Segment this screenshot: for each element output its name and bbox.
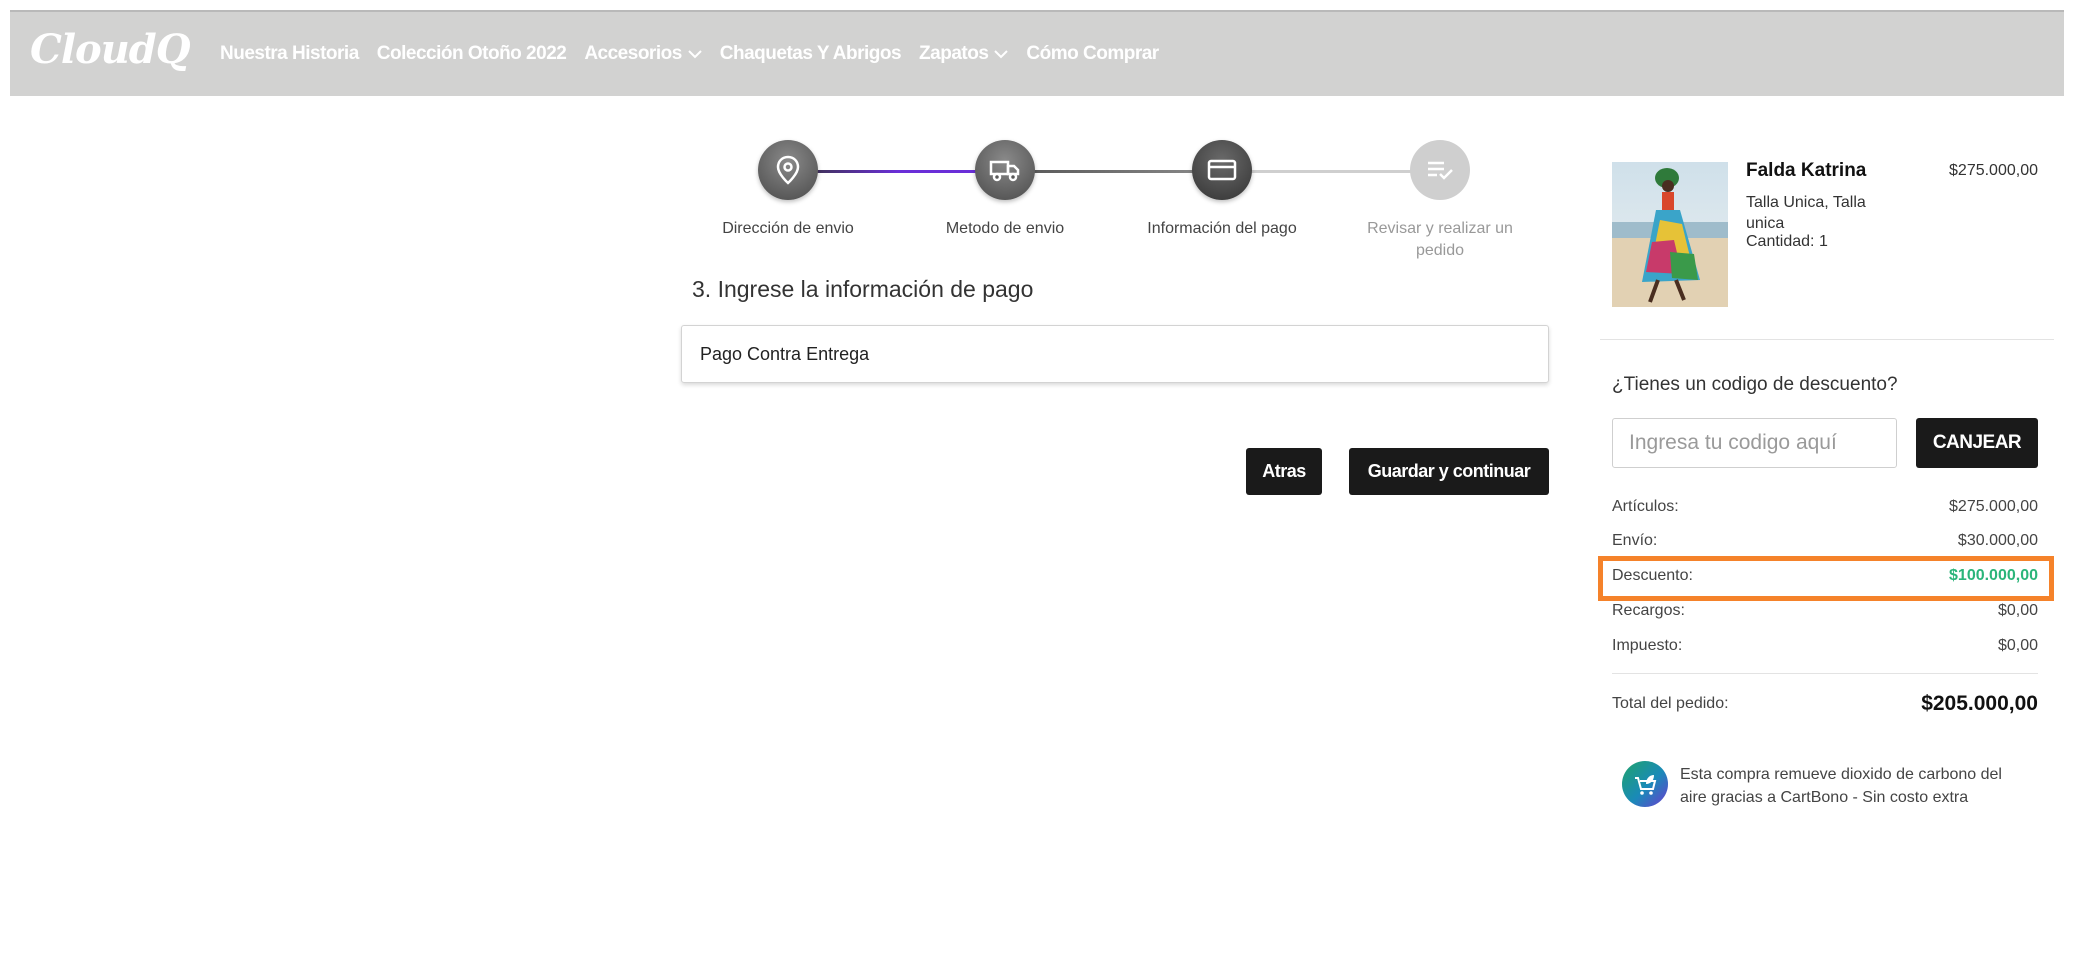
top-navigation-bar: CloudQ Nuestra Historia Colección Otoño … <box>10 10 2064 96</box>
step-payment-info[interactable]: Información del pago <box>1127 140 1317 240</box>
nav-item-label: Chaquetas Y Abrigos <box>719 43 902 64</box>
payment-section-title: 3. Ingrese la información de pago <box>692 276 1034 302</box>
summary-row-surcharges: Recargos: $0,00 <box>1612 602 2038 620</box>
total-value: $205.000,00 <box>1921 692 2038 715</box>
summary-value: $275.000,00 <box>1949 498 2038 515</box>
summary-label: Impuesto: <box>1612 637 1683 654</box>
step-label: Revisar y realizar un pedido <box>1367 220 1513 259</box>
chevron-down-icon <box>994 49 1009 59</box>
credit-card-icon <box>1192 140 1252 200</box>
nav-item-label: Zapatos <box>919 43 989 64</box>
nav-item-como-comprar[interactable]: Cómo Comprar <box>1026 43 1159 65</box>
summary-divider <box>1600 339 2054 340</box>
summary-divider <box>1612 673 2038 674</box>
back-button[interactable]: Atras <box>1246 448 1322 495</box>
nav-item-label: Colección Otoño 2022 <box>376 43 567 64</box>
payment-method-label: Pago Contra Entrega <box>700 343 870 364</box>
discount-value: $100.000,00 <box>1949 567 2038 584</box>
nav-item-zapatos[interactable]: Zapatos <box>919 43 1009 65</box>
summary-row-tax: Impuesto: $0,00 <box>1612 637 2038 655</box>
summary-value: $30.000,00 <box>1957 532 2038 549</box>
step-label: Información del pago <box>1147 220 1297 237</box>
step-shipping-address[interactable]: Dirección de envio <box>693 140 883 240</box>
total-label: Total del pedido: <box>1612 695 1729 712</box>
main-nav: Nuestra Historia Colección Otoño 2022 Ac… <box>220 12 1177 96</box>
nav-item-nuestra-historia[interactable]: Nuestra Historia <box>220 43 359 65</box>
store-logo[interactable]: CloudQ <box>30 26 191 73</box>
summary-value: $0,00 <box>1997 602 2038 619</box>
summary-row-shipping: Envío: $30.000,00 <box>1612 532 2038 550</box>
coupon-question: ¿Tienes un codigo de descuento? <box>1612 374 1898 395</box>
summary-label: Descuento: <box>1612 567 1693 584</box>
truck-icon <box>975 140 1035 200</box>
nav-item-chaquetas-abrigos[interactable]: Chaquetas Y Abrigos <box>719 43 902 65</box>
location-pin-icon <box>758 140 818 200</box>
nav-item-label: Accesorios <box>584 43 682 64</box>
checkout-stepper: Dirección de envio Metodo de envio Infor… <box>680 140 1560 270</box>
summary-label: Recargos: <box>1612 602 1685 619</box>
summary-row-discount: Descuento: $100.000,00 <box>1612 567 2038 585</box>
checklist-icon <box>1410 140 1470 200</box>
step-label: Dirección de envio <box>722 220 854 237</box>
summary-row-total: Total del pedido: $205.000,00 <box>1612 692 2038 716</box>
chevron-down-icon <box>688 49 702 59</box>
summary-row-articles: Artículos: $275.000,00 <box>1612 498 2038 516</box>
step-review-order[interactable]: Revisar y realizar un pedido <box>1345 140 1535 262</box>
nav-item-label: Nuestra Historia <box>220 43 359 64</box>
save-continue-button[interactable]: Guardar y continuar <box>1349 448 1549 495</box>
summary-label: Artículos: <box>1612 498 1679 515</box>
summary-value: $0,00 <box>1997 637 2038 654</box>
nav-item-label: Cómo Comprar <box>1026 43 1159 64</box>
redeem-coupon-button[interactable]: CANJEAR <box>1916 418 2038 468</box>
product-variant: Talla Unica, Talla unica <box>1746 194 1866 232</box>
cart-leaf-icon <box>1622 761 1668 807</box>
nav-item-accesorios[interactable]: Accesorios <box>584 43 702 65</box>
payment-method-option[interactable]: Pago Contra Entrega <box>681 325 1549 383</box>
step-shipping-method[interactable]: Metodo de envio <box>910 140 1100 240</box>
product-image <box>1612 162 1728 307</box>
coupon-code-input[interactable] <box>1612 418 1897 468</box>
summary-label: Envío: <box>1612 532 1658 549</box>
product-quantity: Cantidad: 1 <box>1746 233 1828 250</box>
step-label: Metodo de envio <box>945 220 1065 237</box>
product-price: $275.000,00 <box>1949 162 2038 179</box>
nav-item-coleccion-otono[interactable]: Colección Otoño 2022 <box>377 43 567 65</box>
carbon-offset-note: Esta compra remueve dioxido de carbono d… <box>1680 766 2002 806</box>
product-name: Falda Katrina <box>1746 160 1867 181</box>
